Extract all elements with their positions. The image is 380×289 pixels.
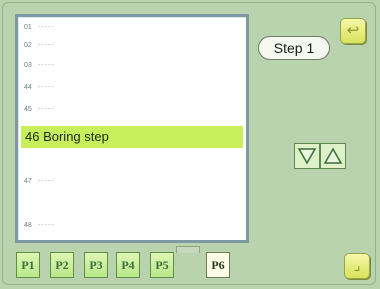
return-arrow-icon: ↩	[346, 22, 360, 39]
list-item[interactable]: 48 -----	[24, 221, 240, 231]
scroll-up-button[interactable]	[320, 143, 346, 169]
list-item[interactable]: 03 -----	[24, 61, 240, 71]
list-item[interactable]: 45 -----	[24, 105, 240, 115]
confirm-button[interactable]: ⌟	[344, 253, 370, 279]
step-label: Step 1	[258, 36, 330, 60]
tab-p4[interactable]: P4	[116, 252, 140, 278]
list-item[interactable]: 47 -----	[24, 177, 240, 187]
tab-p6[interactable]: P6	[206, 252, 230, 278]
tab-p2[interactable]: P2	[50, 252, 74, 278]
return-button[interactable]: ↩	[340, 18, 366, 44]
tab-p3[interactable]: P3	[84, 252, 108, 278]
tab-notch	[176, 246, 200, 253]
confirm-corner-icon: ⌟	[353, 257, 361, 274]
list-item[interactable]: 01 -----	[24, 23, 240, 33]
scroll-down-button[interactable]	[294, 143, 320, 169]
tab-p5[interactable]: P5	[150, 252, 174, 278]
triangle-down-icon	[297, 148, 317, 165]
triangle-up-icon	[323, 147, 343, 164]
selected-list-item[interactable]: 46 Boring step	[21, 126, 243, 148]
step-list[interactable]: 01 ----- 02 ----- 03 ----- 44 ----- 45 -…	[15, 14, 249, 243]
list-item[interactable]: 02 -----	[24, 41, 240, 51]
tab-p1[interactable]: P1	[16, 252, 40, 278]
list-item[interactable]: 44 -----	[24, 83, 240, 93]
